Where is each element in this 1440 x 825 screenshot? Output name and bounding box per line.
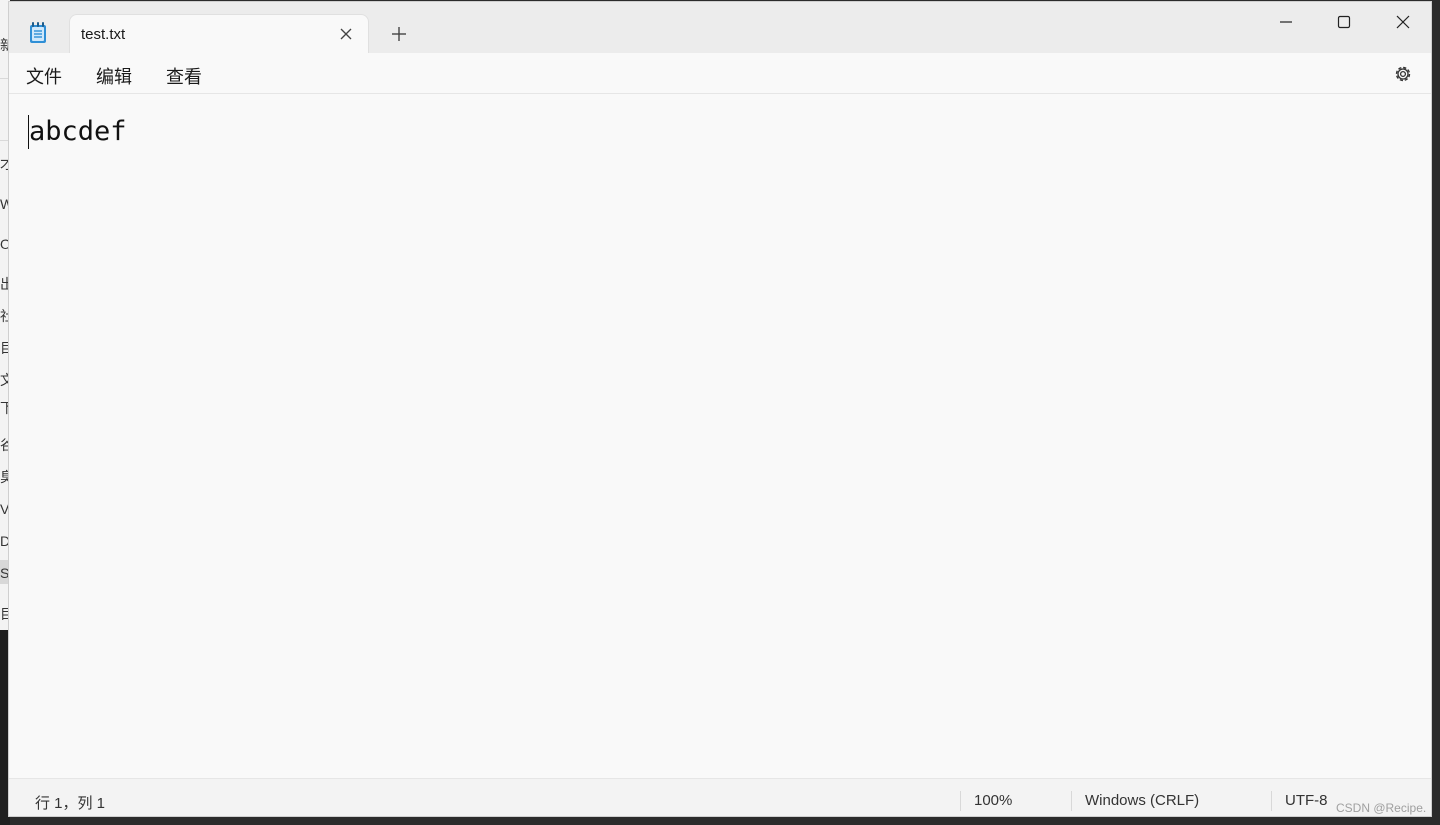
encoding[interactable]: UTF-8 [1285, 792, 1328, 809]
cursor-position: 行 1，列 1 [35, 795, 106, 812]
text-editor[interactable]: abcdef [9, 94, 1431, 778]
status-bar: 行 1，列 1 100% Windows (CRLF) UTF-8 [9, 778, 1431, 816]
status-divider [1071, 791, 1072, 811]
tab-test-txt[interactable]: test.txt [69, 14, 369, 53]
line-ending[interactable]: Windows (CRLF) [1085, 792, 1199, 809]
watermark: CSDN @Recipe. [1336, 801, 1427, 815]
minimize-button[interactable] [1266, 10, 1306, 34]
notepad-window: test.txt 文件 编辑 查看 abcdef 行 1，列 1 100% Wi… [8, 1, 1432, 817]
close-icon[interactable] [338, 26, 354, 42]
title-bar[interactable]: test.txt [9, 2, 1431, 53]
maximize-button[interactable] [1324, 10, 1364, 34]
plus-icon[interactable] [389, 24, 409, 44]
maximize-icon [1337, 15, 1351, 29]
notepad-icon [29, 22, 47, 44]
gear-icon[interactable] [1392, 63, 1414, 85]
editor-content[interactable]: abcdef [29, 114, 127, 150]
menu-file[interactable]: 文件 [26, 63, 62, 89]
tab-title: test.txt [81, 26, 126, 43]
zoom-level[interactable]: 100% [974, 792, 1012, 809]
status-divider [1271, 791, 1272, 811]
minimize-icon [1280, 21, 1292, 23]
close-icon [1396, 15, 1410, 29]
close-window-button[interactable] [1383, 10, 1423, 34]
menu-edit[interactable]: 编辑 [96, 63, 132, 89]
menu-bar: 文件 编辑 查看 [9, 53, 1431, 94]
status-divider [960, 791, 961, 811]
menu-view[interactable]: 查看 [166, 63, 202, 89]
